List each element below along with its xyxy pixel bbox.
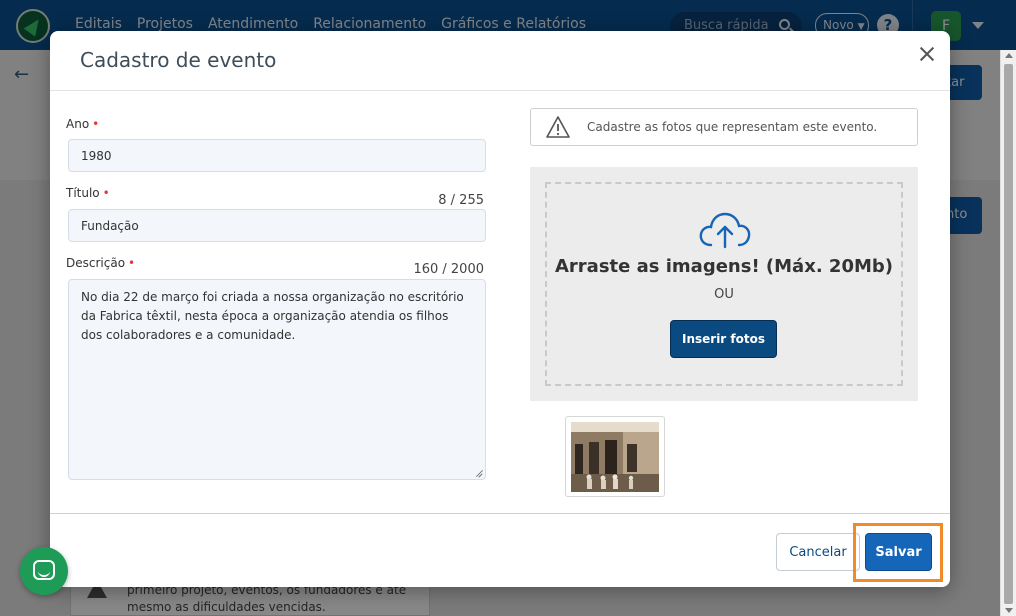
title-label: Título •	[66, 186, 110, 200]
resize-handle[interactable]	[475, 469, 483, 477]
description-textarea[interactable]: No dia 22 de março foi criada a nossa or…	[68, 279, 486, 480]
warning-icon	[546, 116, 570, 138]
photos-notice: Cadastre as fotos que representam este e…	[530, 108, 918, 146]
scrollbar-thumb[interactable]	[1004, 64, 1013, 604]
cloud-upload-icon	[699, 212, 751, 249]
image-dropzone[interactable]: Arraste as imagens! (Máx. 20Mb) OU Inser…	[530, 167, 918, 401]
description-label-text: Descrição	[66, 256, 126, 270]
required-marker: •	[102, 186, 110, 200]
photo-thumbnail[interactable]	[565, 416, 665, 497]
modal-footer-divider	[50, 513, 950, 514]
dropzone-or-text: OU	[714, 287, 734, 302]
required-marker: •	[92, 117, 100, 131]
photos-notice-text: Cadastre as fotos que representam este e…	[587, 120, 878, 134]
description-label: Descrição •	[66, 256, 135, 270]
insert-photos-button[interactable]: Inserir fotos	[670, 320, 777, 358]
required-marker: •	[128, 256, 136, 270]
year-label: Ano •	[66, 117, 99, 131]
close-icon[interactable]	[916, 43, 938, 65]
modal-title: Cadastro de evento	[80, 48, 277, 72]
description-char-counter: 160 / 2000	[413, 262, 484, 277]
save-button[interactable]: Salvar	[865, 533, 932, 571]
event-registration-modal: Cadastro de evento Ano• Título• 8 / 255 …	[50, 31, 950, 587]
title-input[interactable]	[68, 209, 486, 242]
modal-header-divider	[50, 90, 950, 91]
chat-button[interactable]	[20, 547, 68, 595]
historic-building-photo	[571, 422, 659, 492]
scroll-up-arrow-icon[interactable]	[1005, 53, 1013, 58]
cancel-button[interactable]: Cancelar	[776, 533, 860, 571]
dropzone-area[interactable]: Arraste as imagens! (Máx. 20Mb) OU Inser…	[545, 182, 903, 386]
title-char-counter: 8 / 255	[438, 193, 484, 208]
scroll-down-arrow-icon[interactable]	[1005, 608, 1013, 613]
title-label-text: Título	[66, 186, 100, 200]
year-input[interactable]	[68, 139, 486, 172]
dropzone-title: Arraste as imagens! (Máx. 20Mb)	[555, 256, 893, 277]
chat-bubble-icon	[33, 560, 55, 580]
page-scrollbar[interactable]	[1000, 50, 1016, 616]
year-label-text: Ano	[66, 117, 90, 131]
